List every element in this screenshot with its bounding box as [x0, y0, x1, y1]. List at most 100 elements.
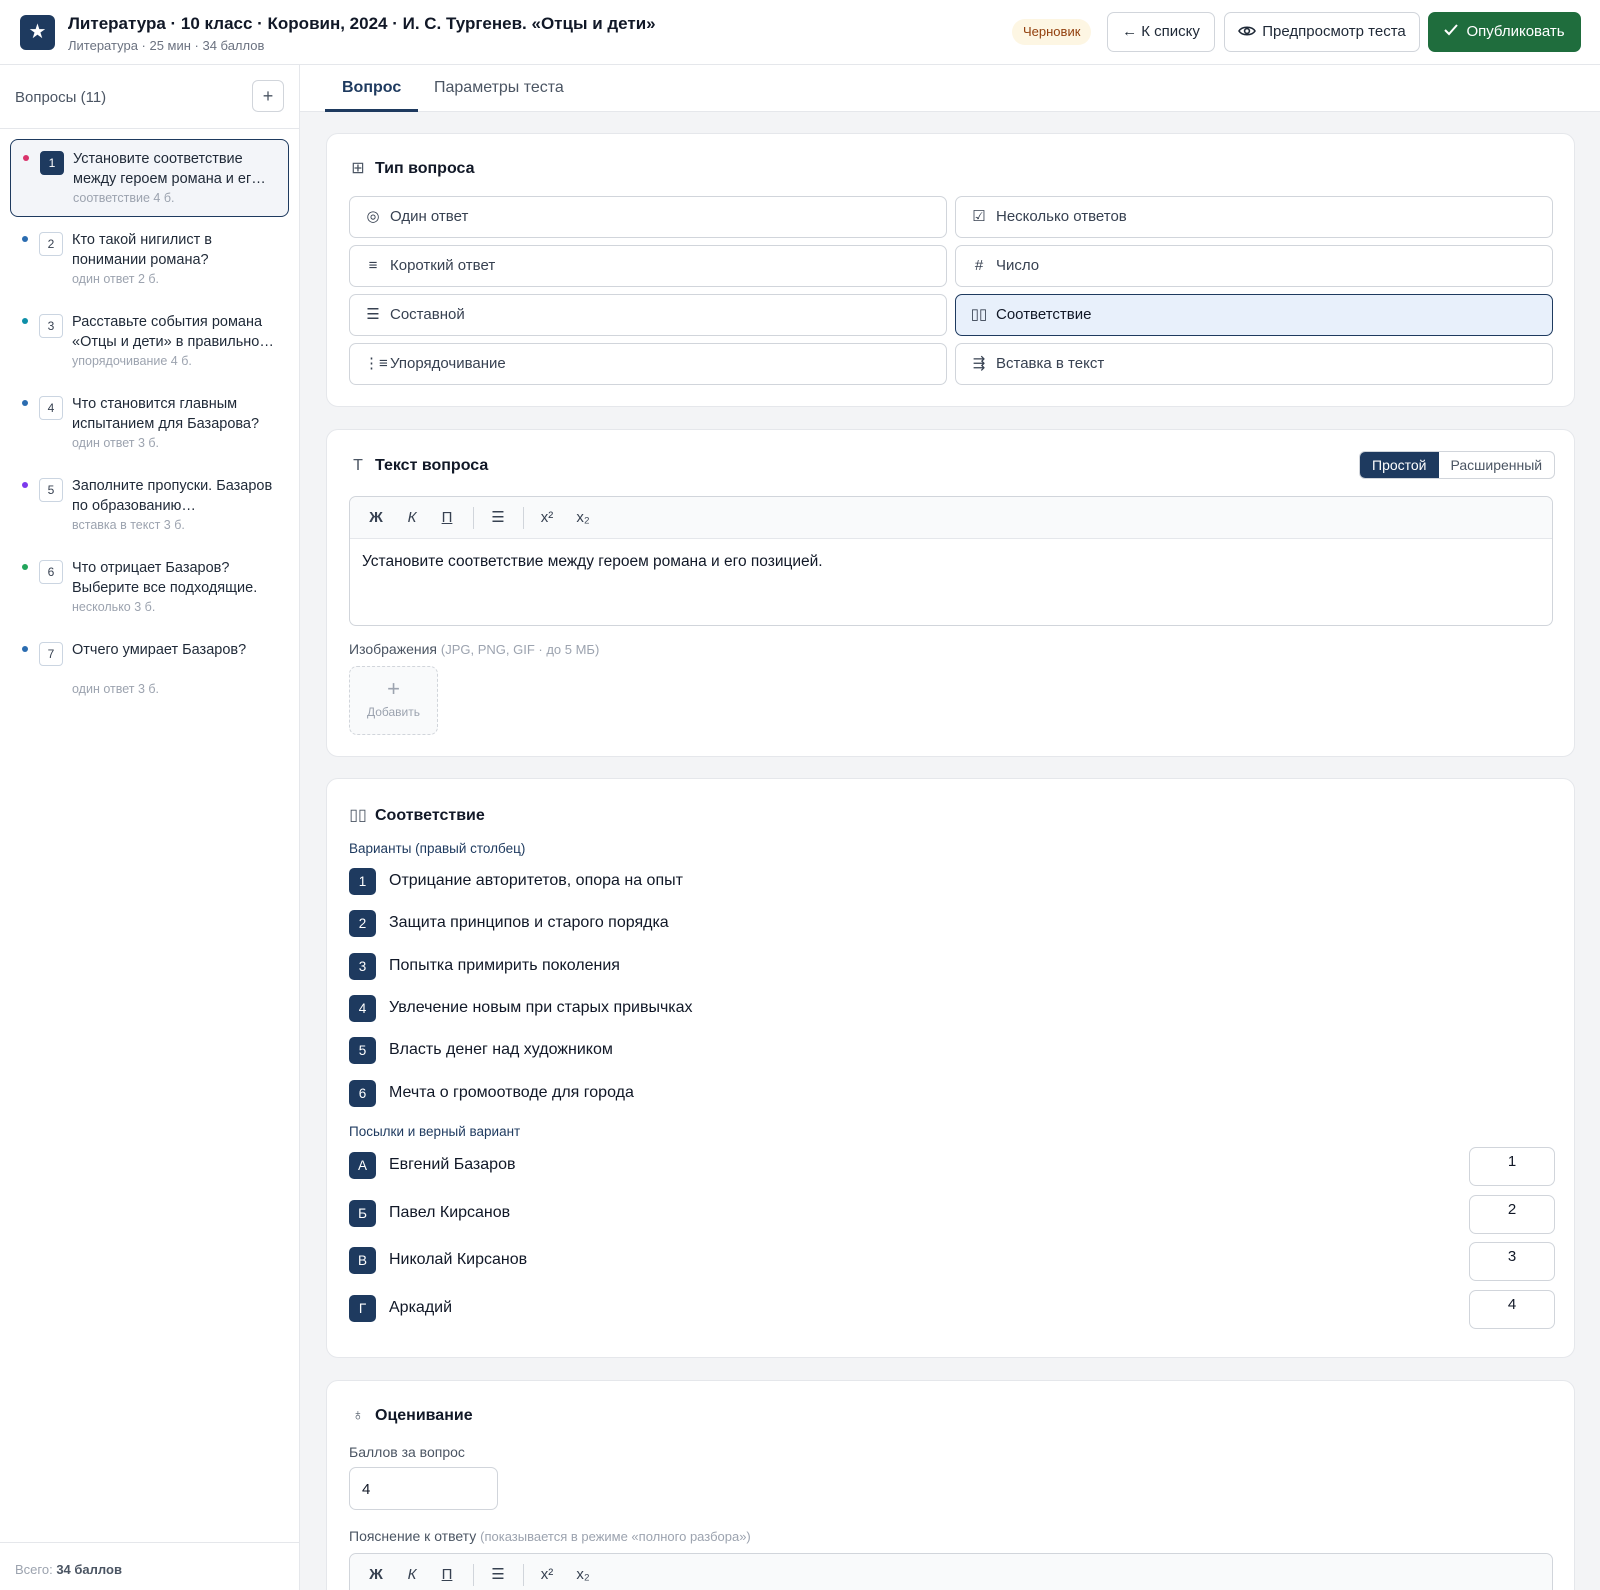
question-item-4[interactable]: 4 Что становится главным испытанием для … — [10, 385, 289, 463]
questions-sidebar: Вопросы (11) + 1 Установите соответствие… — [0, 65, 300, 1590]
publish-button[interactable]: Опубликовать — [1428, 12, 1581, 52]
points-input[interactable]: 4 — [349, 1467, 498, 1510]
superscript-button[interactable]: x² — [532, 497, 562, 539]
add-question-button[interactable]: + — [252, 80, 284, 112]
editor-tabs: Вопрос Параметры теста — [300, 65, 1600, 112]
text-lines-icon: ≡ — [368, 257, 378, 274]
columns-icon: ▯▯ — [970, 306, 988, 323]
questions-heading: Вопросы (11) — [15, 89, 107, 106]
question-item-7[interactable]: 7 Отчего умирает Базаров? один ответ 3 б… — [10, 631, 289, 709]
premise-text[interactable]: Павел Кирсанов — [389, 1204, 510, 1222]
option-number: 6 — [349, 1080, 376, 1107]
ordered-list-icon: ⋮≡ — [364, 355, 388, 372]
divider — [473, 1564, 474, 1586]
premise-row: Г Аркадий — [349, 1294, 1553, 1324]
question-meta: упорядочивание 4 б. — [72, 354, 192, 368]
back-to-list-button[interactable]: ← К списку — [1107, 12, 1215, 52]
tab-test-settings[interactable]: Параметры теста — [417, 65, 581, 112]
mode-advanced-button[interactable]: Расширенный — [1439, 452, 1555, 478]
option-text[interactable]: Попытка примирить поколения — [389, 957, 620, 975]
images-label-text: Изображения — [349, 641, 437, 657]
answer-input[interactable]: 4 — [1469, 1290, 1555, 1329]
underline-button[interactable]: П — [432, 1554, 462, 1590]
question-item-6[interactable]: 6 Что отрицает Базаров? Выберите все под… — [10, 549, 289, 627]
type-number[interactable]: # Число — [955, 245, 1553, 287]
top-bar: ★ Литература · 10 класс · Коровин, 2024 … — [0, 0, 1600, 65]
divider — [523, 507, 524, 529]
check-icon — [1444, 24, 1459, 36]
option-text[interactable]: Увлечение новым при старых привычках — [389, 999, 693, 1017]
question-item-3[interactable]: 3 Расставьте события романа «Отцы и дети… — [10, 303, 289, 381]
question-text-editor: Ж К П ☰ x² x₂ Установите соответствие ме… — [349, 496, 1553, 626]
type-multiple-answers[interactable]: ☑ Несколько ответов — [955, 196, 1553, 238]
type-label: Соответствие — [996, 306, 1092, 323]
underline-button[interactable]: П — [432, 497, 462, 539]
list-button[interactable]: ☰ — [483, 497, 513, 539]
bold-button[interactable]: Ж — [361, 497, 391, 539]
type-ordering[interactable]: ⋮≡ Упорядочивание — [349, 343, 947, 385]
page-subtitle: Литература · 25 мин · 34 баллов — [68, 38, 265, 53]
premise-text[interactable]: Аркадий — [389, 1299, 452, 1317]
option-text[interactable]: Защита принципов и старого порядка — [389, 914, 669, 932]
images-hint: (JPG, PNG, GIF · до 5 МБ) — [440, 642, 600, 657]
superscript-button[interactable]: x² — [532, 1554, 562, 1590]
question-item-2[interactable]: 2 Кто такой нигилист в понимании романа?… — [10, 221, 289, 299]
add-image-button[interactable]: + Добавить — [349, 666, 438, 735]
type-label: Один ответ — [390, 208, 469, 225]
matching-card: ▯▯ Соответствие Варианты (правый столбец)… — [326, 778, 1575, 1358]
option-number: 5 — [349, 1037, 376, 1064]
status-dot — [22, 646, 28, 652]
italic-button[interactable]: К — [397, 497, 427, 539]
option-text[interactable]: Власть денег над художником — [389, 1041, 613, 1059]
question-number: 3 — [39, 314, 63, 338]
type-short-answer[interactable]: ≡ Короткий ответ — [349, 245, 947, 287]
question-item-5[interactable]: 5 Заполните пропуски. Базаров по образов… — [10, 467, 289, 545]
page-title: Литература · 10 класс · Коровин, 2024 · … — [68, 14, 656, 33]
type-insert-text[interactable]: ⇶ Вставка в текст — [955, 343, 1553, 385]
explanation-hint: (показывается в режиме «полного разбора»… — [480, 1529, 751, 1544]
option-text[interactable]: Отрицание авторитетов, опора на опыт — [389, 872, 683, 890]
question-text: Заполните пропуски. Базаров по образован… — [72, 478, 273, 514]
mode-simple-button[interactable]: Простой — [1360, 452, 1439, 478]
type-label: Короткий ответ — [390, 257, 496, 274]
question-text-card: T Текст вопроса Простой Расширенный Ж К П… — [326, 429, 1575, 757]
premise-text[interactable]: Николай Кирсанов — [389, 1251, 527, 1269]
back-to-list-label: ← К списку — [1122, 23, 1200, 40]
answer-input[interactable]: 1 — [1469, 1147, 1555, 1186]
columns-icon: ▯▯ — [349, 807, 367, 824]
add-image-label: Добавить — [366, 705, 421, 719]
option-text[interactable]: Мечта о громоотводе для города — [389, 1084, 634, 1102]
publish-label: Опубликовать — [1466, 23, 1565, 40]
status-dot — [22, 236, 28, 242]
subscript-button[interactable]: x₂ — [568, 1554, 598, 1590]
answer-input[interactable]: 2 — [1469, 1195, 1555, 1234]
premise-row: А Евгений Базаров — [349, 1151, 1553, 1181]
question-meta: один ответ 3 б. — [72, 436, 160, 450]
tab-question[interactable]: Вопрос — [325, 65, 419, 112]
premise-row: В Николай Кирсанов — [349, 1246, 1553, 1276]
list-button[interactable]: ☰ — [483, 1554, 513, 1590]
question-text-title-text: Текст вопроса — [375, 457, 489, 474]
explanation-label: Пояснение к ответу (показывается в режим… — [349, 1528, 751, 1544]
bold-button[interactable]: Ж — [361, 1554, 391, 1590]
question-text-input[interactable]: Установите соответствие между героем ром… — [350, 539, 1552, 585]
subscript-button[interactable]: x₂ — [568, 497, 598, 539]
editor-toolbar: Ж К П ☰ x² x₂ — [350, 497, 1552, 539]
points-label: Баллов за вопрос — [349, 1444, 465, 1460]
premise-text[interactable]: Евгений Базаров — [389, 1156, 515, 1174]
status-dot — [22, 318, 28, 324]
answer-input[interactable]: 3 — [1469, 1242, 1555, 1281]
italic-button[interactable]: К — [397, 1554, 427, 1590]
type-composite[interactable]: ☰ Составной — [349, 294, 947, 336]
option-number: 3 — [349, 953, 376, 980]
type-single-answer[interactable]: ◎ Один ответ — [349, 196, 947, 238]
question-number: 6 — [39, 560, 63, 584]
images-label: Изображения (JPG, PNG, GIF · до 5 МБ) — [349, 641, 599, 657]
type-matching[interactable]: ▯▯ Соответствие — [955, 294, 1553, 336]
option-number: 4 — [349, 995, 376, 1022]
text-icon: T — [353, 457, 363, 474]
preview-test-button[interactable]: Предпросмотр теста — [1224, 12, 1420, 52]
question-text: Что становится главным испытанием для Ба… — [72, 396, 260, 432]
divider — [0, 128, 299, 129]
question-item-1[interactable]: 1 Установите соответствие между героем р… — [10, 139, 289, 217]
